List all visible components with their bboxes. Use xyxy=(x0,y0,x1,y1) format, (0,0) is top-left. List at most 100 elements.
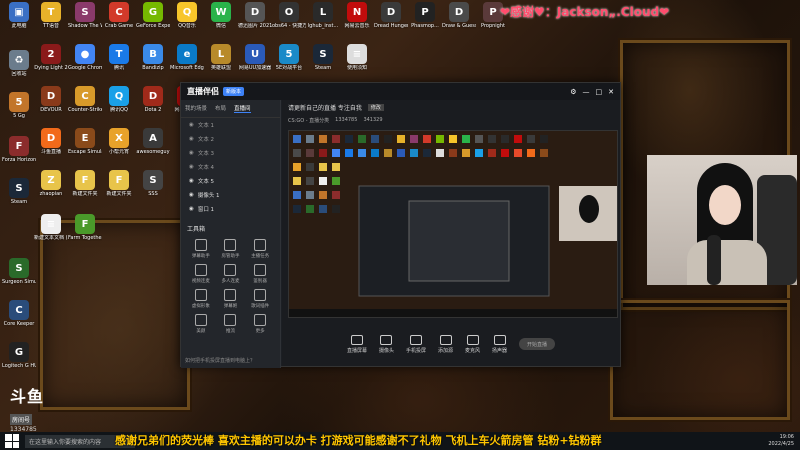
system-tray-clock[interactable]: 19:06 2022/4/25 xyxy=(768,434,794,448)
speaker-button[interactable]: 扬声器 xyxy=(492,334,507,354)
tool-button[interactable]: 歌词插件 xyxy=(246,289,274,309)
desktop-icon[interactable]: D Dota 2 xyxy=(136,86,170,113)
desktop-icon[interactable]: ≡ 使用须知 xyxy=(340,44,374,71)
desktop-icon[interactable]: Oobs64 - 快捷方式 xyxy=(272,2,306,29)
desktop-icon[interactable]: D 斗鱼直播 xyxy=(34,128,68,155)
desktop-icon[interactable]: C Core Keeper xyxy=(2,300,36,327)
desktop-icon[interactable]: B Bandizip xyxy=(136,44,170,71)
add-source-button[interactable]: 添加源 xyxy=(438,334,453,354)
scene-item[interactable]: ◉ 文本 4 xyxy=(181,160,280,174)
desktop-icon[interactable]: ●Google Chrome xyxy=(68,44,102,71)
desktop-icon[interactable]: F Farm Together xyxy=(68,214,102,241)
desktop-icon[interactable]: Q 腾讯QQ xyxy=(102,86,136,113)
tool-button[interactable]: 多人连麦 xyxy=(217,264,245,284)
desktop-icon[interactable]: SShadow The Wine Source xyxy=(68,2,102,29)
desktop-icon[interactable]: D DEVOUR xyxy=(34,86,68,113)
desktop-icon-label: 微信 xyxy=(215,23,226,29)
desktop-icon[interactable]: S Steam xyxy=(306,44,340,71)
tab-scenes[interactable]: 我的场景 xyxy=(185,104,207,113)
desktop-icon[interactable]: ≡新建文本文档 (3) xyxy=(34,214,68,241)
desktop-icon[interactable]: EEscape Simulator xyxy=(68,128,102,155)
desktop-icon[interactable]: F Forza Horizon xyxy=(2,136,36,163)
tool-button[interactable]: 弹幕姬 xyxy=(217,289,245,309)
desktop-icon[interactable]: e Microsoft Edge xyxy=(170,44,204,71)
visibility-eye-icon[interactable]: ◉ xyxy=(189,164,194,170)
desktop-icon[interactable]: F 新建文件夹 xyxy=(68,170,102,197)
scene-item[interactable]: ◉ 文本 1 xyxy=(181,118,280,132)
mini-desktop-icon xyxy=(332,149,340,157)
tool-button[interactable]: 美颜 xyxy=(187,314,215,334)
desktop-icon-label: 英雄联盟 xyxy=(210,65,231,71)
desktop-icon[interactable]: 5 5E对战平台 xyxy=(272,44,306,71)
desktop-icon[interactable]: S Steam xyxy=(2,178,36,205)
scene-item[interactable]: ◉ 文本 5 xyxy=(181,174,280,188)
close-icon[interactable]: ✕ xyxy=(608,88,614,96)
desktop-icon[interactable]: CCounter-Strike Global Off. xyxy=(68,86,102,113)
visibility-eye-icon[interactable]: ◉ xyxy=(189,206,194,212)
phone-cast-button[interactable]: 手机投屏 xyxy=(406,334,426,354)
visibility-eye-icon[interactable]: ◉ xyxy=(189,136,194,142)
tab-room[interactable]: 直播间 xyxy=(234,104,251,113)
settings-icon[interactable]: ⚙ xyxy=(570,88,576,96)
desktop-icon[interactable]: S SSS xyxy=(136,170,170,197)
desktop-icon-label: obs64 - 快捷方式 xyxy=(272,23,306,29)
desktop-icon[interactable]: U 网易UU加速器 xyxy=(238,44,272,71)
visibility-eye-icon[interactable]: ◉ xyxy=(189,192,194,198)
minimize-icon[interactable]: — xyxy=(583,88,590,96)
tab-layout[interactable]: 布局 xyxy=(215,104,226,113)
tool-button[interactable]: 弹幕助手 xyxy=(187,239,215,259)
desktop-icon[interactable]: Q QQ音乐 xyxy=(170,2,204,29)
version-badge[interactable]: 新版本 xyxy=(223,87,245,96)
tool-button[interactable]: 推流 xyxy=(217,314,245,334)
desktop-icon[interactable]: T TT语音 xyxy=(34,2,68,29)
desktop-icon[interactable]: Llghub_inst... xyxy=(306,2,340,29)
scene-item[interactable]: ◉ 窗口 1 xyxy=(181,202,280,216)
tool-button[interactable]: 更多 xyxy=(246,314,274,334)
camera-button[interactable]: 摄像头 xyxy=(379,334,394,354)
scene-item[interactable]: ◉ 摄像头 1 xyxy=(181,188,280,202)
windows-start-icon[interactable] xyxy=(5,434,19,448)
maximize-icon[interactable]: □ xyxy=(596,88,603,96)
desktop-icon-label: 新建文件夹 xyxy=(72,191,98,197)
tool-button[interactable]: 虚拟形象 xyxy=(187,289,215,309)
scene-item[interactable]: ◉ 文本 3 xyxy=(181,146,280,160)
tool-button[interactable]: 房管助手 xyxy=(217,239,245,259)
desktop-icon[interactable]: ♻ 回收站 xyxy=(2,50,36,77)
desktop-icon[interactable]: Aawesomeguy xyxy=(136,128,170,155)
desktop-icon[interactable]: F 新建文件夹 xyxy=(102,170,136,197)
desktop-icon[interactable]: 55 Gg xyxy=(2,92,36,119)
desktop-icon[interactable]: GGeForce Experience xyxy=(136,2,170,29)
desktop-icon[interactable]: D Draw & Guess xyxy=(442,2,476,29)
mini-desktop-icon xyxy=(449,149,457,157)
desktop-icon[interactable]: P Phasmop... xyxy=(408,2,442,29)
category-label[interactable]: CS:GO - 直播分类 xyxy=(288,117,329,124)
scene-item[interactable]: ◉ 文本 2 xyxy=(181,132,280,146)
tool-button[interactable]: 视频连麦 xyxy=(187,264,215,284)
microphone-button[interactable]: 麦克风 xyxy=(465,334,480,354)
visibility-eye-icon[interactable]: ◉ xyxy=(189,150,194,156)
desktop-icon[interactable]: 2 Dying Light 2 xyxy=(34,44,68,71)
start-live-button[interactable]: 开始直播 xyxy=(519,338,556,350)
desktop-icon[interactable]: X 小帮元宵 xyxy=(102,128,136,155)
desktop-icon[interactable]: D Dread Hunger xyxy=(374,2,408,29)
help-link[interactable]: 如何把手机投屏直播到电脑上？ xyxy=(185,357,255,364)
desktop-icon[interactable]: GLogitech G HUB xyxy=(2,342,36,369)
desktop-icon[interactable]: N网易云音乐 xyxy=(340,2,374,29)
desktop-icon[interactable]: SSurgeon Simulator xyxy=(2,258,36,285)
desktop-icon-label: Microsoft Edge xyxy=(170,65,204,71)
danmu-thanks: ❤感谢♥：Jackson„.Cloud❤ xyxy=(500,5,670,19)
tool-button[interactable]: 鉴别器 xyxy=(246,264,274,284)
screen-capture-button[interactable]: 直播屏幕 xyxy=(347,334,367,354)
edit-title-button[interactable]: 修改 xyxy=(367,103,384,111)
visibility-eye-icon[interactable]: ◉ xyxy=(189,122,194,128)
desktop-icon[interactable]: Zzhaopian xyxy=(34,170,68,197)
desktop-icon[interactable]: C Crab Game xyxy=(102,2,136,29)
desktop-icon-label: 使用须知 xyxy=(346,65,367,71)
desktop-icon[interactable]: L 英雄联盟 xyxy=(204,44,238,71)
desktop-icon[interactable]: ▣ 此电脑 xyxy=(2,2,36,29)
desktop-icon[interactable]: D德迅图片 2021111... xyxy=(238,2,272,29)
desktop-icon[interactable]: W 微信 xyxy=(204,2,238,29)
tool-button[interactable]: 主播任务 xyxy=(246,239,274,259)
visibility-eye-icon[interactable]: ◉ xyxy=(189,178,194,184)
desktop-icon[interactable]: T 腾讯 xyxy=(102,44,136,71)
